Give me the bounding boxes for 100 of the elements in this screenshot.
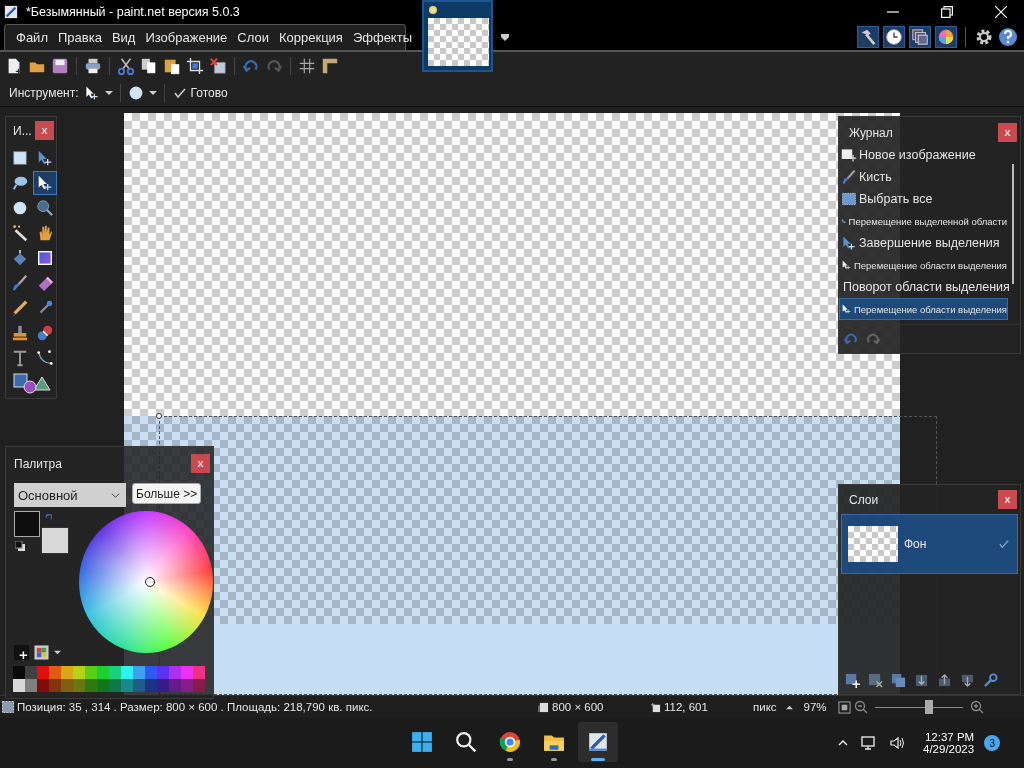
color-swatch[interactable] [193, 679, 205, 692]
zoom-value[interactable]: 97% [803, 701, 827, 713]
more-button[interactable]: Больше >> [132, 483, 202, 504]
copy-icon[interactable] [140, 57, 158, 75]
close-icon[interactable] [995, 6, 1007, 18]
ruler-icon[interactable] [321, 57, 339, 75]
move-up-icon[interactable] [937, 673, 952, 688]
color-swatch[interactable] [181, 666, 193, 679]
settings-icon[interactable] [974, 27, 994, 47]
close-button[interactable]: x [191, 454, 210, 473]
color-swatch[interactable] [73, 666, 85, 679]
layers-panel-toggle[interactable] [909, 26, 931, 48]
selection-mode-icon[interactable] [127, 85, 144, 101]
network-icon[interactable] [861, 735, 877, 751]
color-swatch[interactable] [145, 666, 157, 679]
save-icon[interactable] [51, 57, 69, 75]
history-item[interactable]: Кисть [839, 166, 1008, 188]
undo-icon[interactable] [242, 57, 260, 75]
zoom-to-window-icon[interactable] [837, 700, 851, 714]
notification-badge[interactable]: 3 [984, 735, 1001, 751]
taskbar-button[interactable] [578, 722, 618, 762]
menu-item[interactable]: Слои [232, 30, 274, 45]
color-swatch[interactable] [13, 666, 25, 679]
color-swatch[interactable] [133, 679, 145, 692]
history-item[interactable]: Завершение выделения [839, 232, 1008, 254]
color-swatch[interactable] [25, 679, 37, 692]
color-swatch[interactable] [145, 679, 157, 692]
add-layer-icon[interactable] [845, 673, 860, 688]
deselect-icon[interactable] [209, 57, 227, 75]
menu-item[interactable]: Коррекция [273, 30, 348, 45]
duplicate-layer-icon[interactable] [891, 673, 906, 688]
printer-icon[interactable] [84, 57, 102, 75]
slider-thumb[interactable] [925, 700, 934, 714]
primary-color-swatch[interactable] [14, 511, 40, 537]
color-swatch[interactable] [193, 666, 205, 679]
menu-item[interactable]: Вид [106, 30, 141, 45]
color-swatch[interactable] [13, 679, 25, 692]
history-item[interactable]: Перемещение области выделения [839, 254, 1008, 276]
history-panel-toggle[interactable] [883, 26, 905, 48]
move-selection-icon[interactable] [83, 85, 100, 101]
zoom-out-icon[interactable] [853, 700, 868, 714]
caret-icon[interactable] [54, 649, 61, 656]
merge-layer-icon[interactable] [914, 673, 929, 688]
palette-dropdown[interactable]: Основной [14, 483, 126, 507]
color-swatch[interactable] [109, 666, 121, 679]
secondary-color-swatch[interactable] [41, 527, 69, 554]
close-button[interactable]: x [998, 490, 1017, 509]
scissors-icon[interactable] [117, 57, 135, 75]
palette-icon[interactable] [34, 645, 49, 660]
caret-icon[interactable] [104, 89, 113, 97]
history-item[interactable]: Выбрать все [839, 188, 1008, 210]
color-swatch[interactable] [85, 679, 97, 692]
color-swatch[interactable] [37, 666, 49, 679]
menu-item[interactable]: Эффекты [347, 30, 417, 45]
colors-panel-toggle[interactable] [935, 26, 957, 48]
color-swatch[interactable] [61, 679, 73, 692]
delete-layer-icon[interactable] [868, 673, 883, 688]
color-swatch[interactable] [49, 679, 61, 692]
color-swatch[interactable] [169, 666, 181, 679]
color-swatch[interactable] [121, 679, 133, 692]
add-color-icon[interactable] [14, 645, 29, 660]
color-swatch[interactable] [97, 679, 109, 692]
color-swatch[interactable] [157, 679, 169, 692]
menu-item[interactable]: Изображение [140, 30, 233, 45]
menu-item[interactable]: Файл [11, 30, 53, 45]
swap-icon[interactable] [45, 513, 54, 522]
undo-icon[interactable] [843, 331, 859, 347]
color-swatch[interactable] [61, 666, 73, 679]
color-swatch[interactable] [109, 679, 121, 692]
color-swatch[interactable] [25, 666, 37, 679]
layer-row[interactable]: Фон [841, 514, 1018, 574]
clock-date[interactable]: 4/29/2023 [923, 743, 975, 755]
color-swatch[interactable] [121, 666, 133, 679]
color-swatch[interactable] [97, 666, 109, 679]
caret-up-icon[interactable] [785, 703, 793, 711]
color-swatch[interactable] [37, 679, 49, 692]
color-swatch[interactable] [49, 666, 61, 679]
chevron-down-icon[interactable] [500, 32, 510, 42]
color-swatch[interactable] [133, 666, 145, 679]
checkmark-icon[interactable] [999, 539, 1009, 549]
menu-item[interactable]: Правка [52, 30, 107, 45]
color-swatch[interactable] [85, 666, 97, 679]
zoom-in-icon[interactable] [969, 700, 984, 714]
tool-button[interactable] [33, 171, 57, 195]
history-item[interactable]: Перемещение области выделения [839, 298, 1008, 320]
clock-time[interactable]: 12:37 PM [924, 731, 975, 743]
grid-icon[interactable] [298, 57, 316, 75]
color-swatch[interactable] [169, 679, 181, 692]
move-down-icon[interactable] [960, 673, 975, 688]
close-button[interactable]: x [998, 123, 1017, 142]
done-button[interactable]: Готово [171, 86, 230, 100]
close-button[interactable]: x [35, 121, 54, 140]
volume-icon[interactable] [889, 735, 905, 751]
color-swatch[interactable] [157, 666, 169, 679]
caret-icon[interactable] [148, 89, 157, 97]
history-item[interactable]: Новое изображение [839, 144, 1008, 166]
tools-panel-toggle[interactable] [857, 26, 879, 48]
color-swatch[interactable] [181, 679, 193, 692]
crop-icon[interactable] [186, 57, 204, 75]
image-tab[interactable] [422, 0, 493, 72]
